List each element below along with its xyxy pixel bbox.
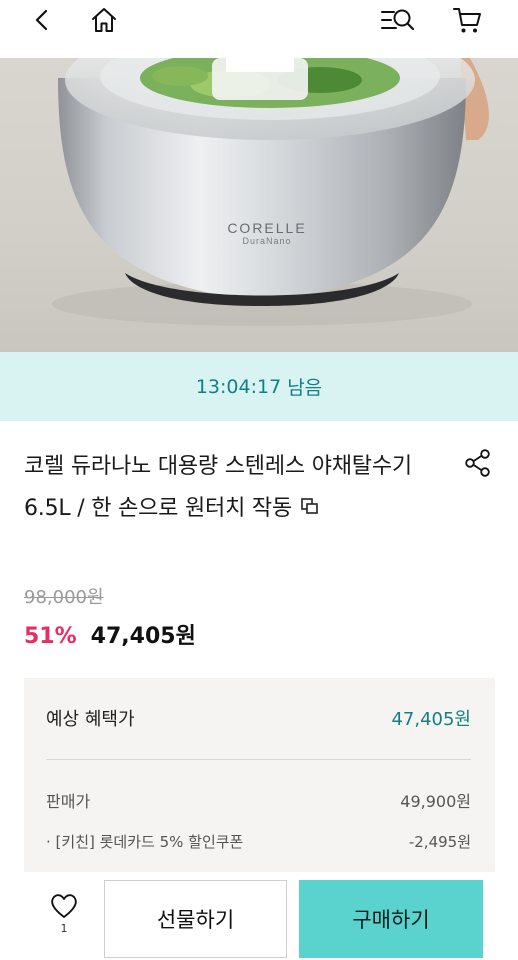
product-title-text: 코렐 듀라나노 대용량 스텐레스 야채탈수기 6.5L / 한 손으로 원터치 … (24, 454, 412, 521)
divider (46, 759, 471, 760)
like-button[interactable]: 1 (38, 892, 90, 952)
breakdown-label: 판매가 (46, 792, 91, 811)
final-price: 47,405원 (90, 624, 196, 649)
cart-button[interactable] (447, 0, 487, 40)
coupon-label: · [키친] 롯데카드 5% 할인쿠폰 (46, 833, 244, 851)
coupon-row: · [키친] 롯데카드 5% 할인쿠폰 -2,495원 (46, 831, 471, 852)
benefit-value: 47,405원 (391, 709, 471, 730)
benefit-label: 예상 혜택가 (46, 709, 135, 730)
discount-rate: 51% (24, 624, 77, 649)
back-button[interactable] (24, 0, 60, 40)
share-button[interactable] (462, 447, 494, 479)
salad-spinner-illustration (52, 58, 489, 326)
countdown-time: 13:04:17 (195, 375, 282, 398)
subbrand-logo-text: DuraNano (242, 236, 292, 246)
price-breakdown-row: 판매가 49,900원 (46, 788, 471, 812)
benefit-header: 예상 혜택가 47,405원 (24, 678, 495, 758)
home-icon (92, 8, 116, 32)
countdown-suffix: 남음 (287, 377, 323, 399)
buy-button[interactable]: 구매하기 (299, 880, 483, 958)
product-image[interactable]: CORELLE DuraNano (0, 58, 518, 352)
brand-logo: CORELLE DuraNano (212, 220, 322, 246)
back-icon (35, 9, 48, 31)
expected-benefit-box: 예상 혜택가 47,405원 (24, 678, 495, 888)
gift-button[interactable]: 선물하기 (104, 880, 287, 958)
search-menu-icon (381, 9, 415, 31)
like-count: 1 (60, 922, 68, 935)
heart-icon (51, 894, 77, 918)
breakdown-value: 49,900원 (400, 792, 471, 811)
cart-icon (453, 8, 481, 33)
home-button[interactable] (84, 0, 124, 40)
price-row: 51% 47,405원 (24, 618, 196, 650)
share-icon (465, 449, 490, 477)
copy-icon[interactable] (300, 488, 320, 530)
original-price: 98,000원 (24, 587, 104, 608)
coupon-value: -2,495원 (408, 833, 471, 851)
brand-logo-text: CORELLE (227, 220, 307, 236)
countdown-banner: 13:04:17 남음 (0, 352, 518, 421)
top-nav-bar (0, 0, 518, 58)
bottom-action-bar: 1 선물하기 구매하기 (0, 872, 518, 960)
product-title: 코렐 듀라나노 대용량 스텐레스 야채탈수기 6.5L / 한 손으로 원터치 … (24, 446, 444, 530)
search-menu-button[interactable] (378, 0, 418, 40)
